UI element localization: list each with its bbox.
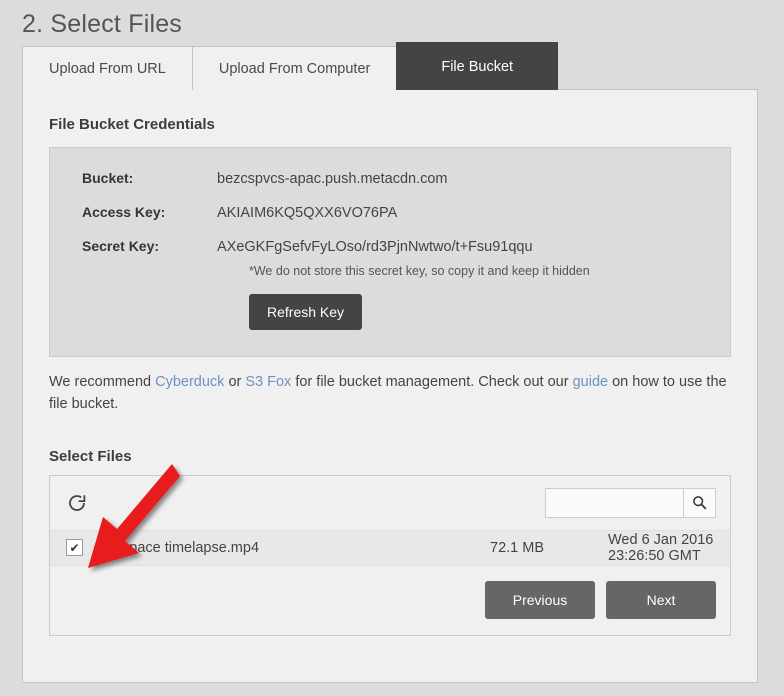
- tab-upload-from-url[interactable]: Upload From URL: [22, 46, 193, 90]
- bucket-value: bezcspvcs-apac.push.metacdn.com: [217, 171, 448, 187]
- recommendation-text: We recommend Cyberduck or S3 Fox for fil…: [49, 371, 731, 416]
- file-list-toolbar: [50, 476, 730, 530]
- table-row[interactable]: ✔ space timelapse.mp4 72.1 MB Wed 6 Jan …: [50, 530, 730, 566]
- file-size: 72.1 MB: [490, 540, 544, 556]
- select-files-heading: Select Files: [23, 416, 757, 465]
- file-row-checkbox[interactable]: ✔: [66, 539, 83, 556]
- credential-row-bucket: Bucket: bezcspvcs-apac.push.metacdn.com: [50, 170, 730, 187]
- pager: Previous Next: [50, 566, 730, 635]
- recommend-text-3: for file bucket management. Check out ou…: [291, 374, 572, 390]
- file-bucket-panel: File Bucket Credentials Bucket: bezcspvc…: [22, 89, 758, 683]
- file-list-box: ✔ space timelapse.mp4 72.1 MB Wed 6 Jan …: [49, 475, 731, 636]
- search-group: [545, 488, 716, 518]
- link-guide[interactable]: guide: [573, 374, 608, 390]
- refresh-icon[interactable]: [66, 492, 88, 514]
- tab-strip: Upload From URL Upload From Computer Fil…: [22, 42, 557, 90]
- recommend-text-2: or: [224, 374, 245, 390]
- recommend-text-1: We recommend: [49, 374, 155, 390]
- access-key-label: Access Key:: [50, 204, 217, 220]
- search-button[interactable]: [683, 488, 716, 518]
- search-icon: [692, 495, 707, 510]
- secret-key-value: AXeGKFgSefvFyLOso/rd3PjnNwtwo/t+Fsu91qqu: [217, 239, 533, 255]
- secret-key-label: Secret Key:: [50, 238, 217, 254]
- access-key-value: AKIAIM6KQ5QXX6VO76PA: [217, 205, 397, 221]
- file-row-inner: ✔ space timelapse.mp4 72.1 MB Wed 6 Jan …: [66, 539, 714, 556]
- bucket-label: Bucket:: [50, 170, 217, 186]
- page-title: 2. Select Files: [0, 0, 784, 39]
- refresh-key-button[interactable]: Refresh Key: [249, 294, 362, 330]
- file-name: space timelapse.mp4: [122, 540, 259, 556]
- tab-upload-from-computer[interactable]: Upload From Computer: [192, 46, 398, 90]
- credential-row-secret-key: Secret Key: AXeGKFgSefvFyLOso/rd3PjnNwtw…: [50, 238, 730, 255]
- credentials-heading: File Bucket Credentials: [23, 90, 757, 133]
- tab-file-bucket[interactable]: File Bucket: [396, 42, 558, 90]
- file-modified-date: Wed 6 Jan 2016 23:26:50 GMT: [608, 532, 714, 564]
- next-button[interactable]: Next: [606, 581, 716, 619]
- credentials-box: Bucket: bezcspvcs-apac.push.metacdn.com …: [49, 147, 731, 357]
- link-cyberduck[interactable]: Cyberduck: [155, 374, 224, 390]
- link-s3-fox[interactable]: S3 Fox: [245, 374, 291, 390]
- search-input[interactable]: [545, 488, 683, 518]
- previous-button[interactable]: Previous: [485, 581, 595, 619]
- credential-row-access-key: Access Key: AKIAIM6KQ5QXX6VO76PA: [50, 204, 730, 221]
- secret-key-note: *We do not store this secret key, so cop…: [249, 264, 730, 278]
